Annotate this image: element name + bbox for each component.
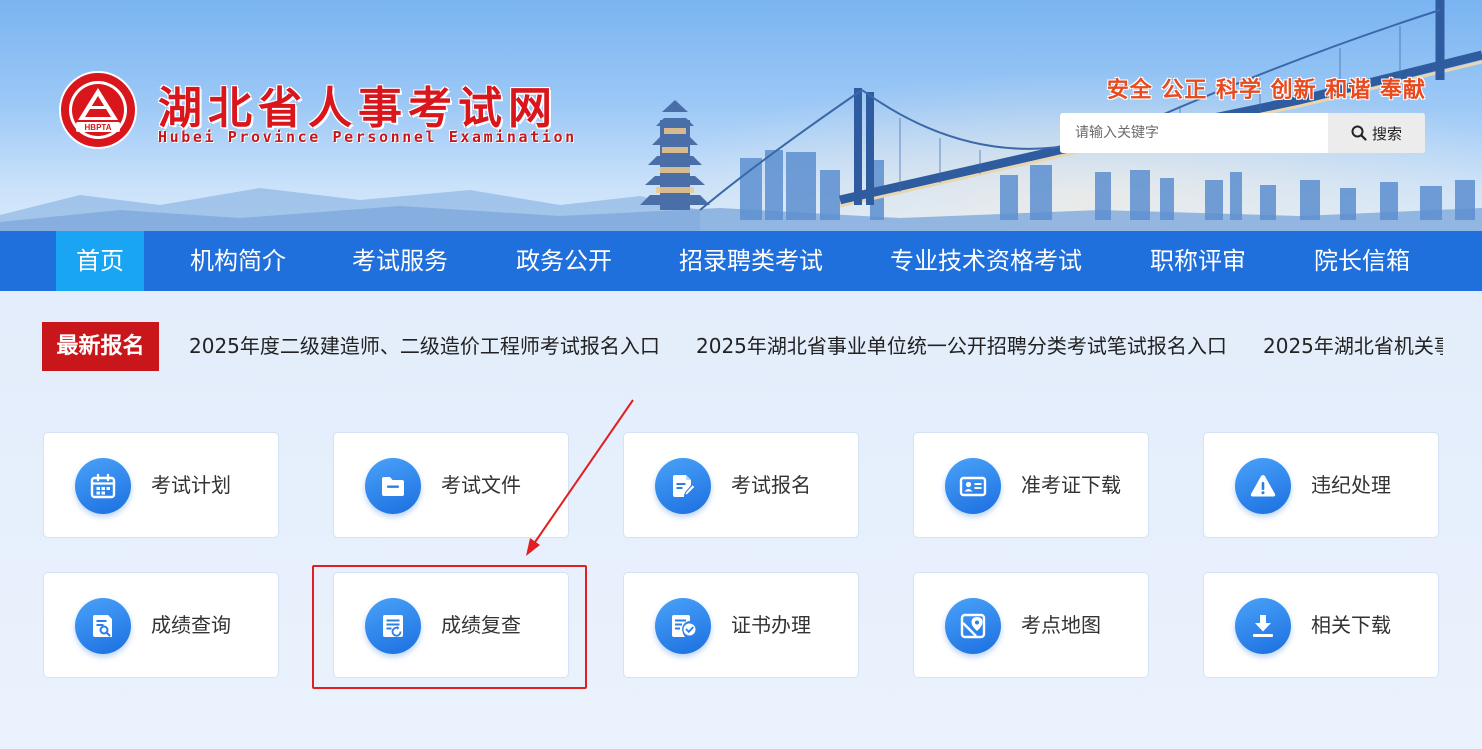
search-icon <box>1351 125 1367 141</box>
map-pin-icon <box>945 598 1001 654</box>
nav-item-recruitment-exams[interactable]: 招录聘类考试 <box>666 231 836 291</box>
search-button[interactable]: 搜索 <box>1328 113 1425 153</box>
latest-registration-tag: 最新报名 <box>42 322 159 371</box>
calendar-icon <box>75 458 131 514</box>
nav-item-professional-qualification[interactable]: 专业技术资格考试 <box>876 231 1096 291</box>
emblem-text: HBPTA <box>85 123 112 132</box>
folder-icon <box>365 458 421 514</box>
news-ticker: 2025年度二级建造师、二级造价工程师考试报名入口 2025年湖北省事业单位统一… <box>189 322 1443 371</box>
download-icon <box>1235 598 1291 654</box>
id-card-icon <box>945 458 1001 514</box>
tile-label: 考试文件 <box>441 473 521 497</box>
document-search-icon <box>75 598 131 654</box>
hbpta-emblem-icon[interactable]: HBPTA <box>58 70 138 150</box>
tile-exam-site-map[interactable]: 考点地图 <box>913 572 1149 678</box>
annotation-highlight-box <box>312 565 587 689</box>
tile-label: 考试报名 <box>731 473 811 497</box>
main-nav: 首页 机构简介 考试服务 政务公开 招录聘类考试 专业技术资格考试 职称评审 院… <box>0 231 1482 291</box>
nav-item-about[interactable]: 机构简介 <box>174 231 302 291</box>
search-input[interactable] <box>1060 113 1328 153</box>
tile-exam-documents[interactable]: 考试文件 <box>333 432 569 538</box>
header-banner: HBPTA 湖北省人事考试网 Hubei Province Personnel … <box>0 0 1482 231</box>
certificate-check-icon <box>655 598 711 654</box>
site-title-cn[interactable]: 湖北省人事考试网 <box>158 72 558 136</box>
tile-label: 成绩查询 <box>151 613 231 637</box>
tile-certificate-processing[interactable]: 证书办理 <box>623 572 859 678</box>
nav-item-home[interactable]: 首页 <box>56 231 144 291</box>
nav-item-director-mailbox[interactable]: 院长信箱 <box>1298 231 1426 291</box>
tile-exam-plan[interactable]: 考试计划 <box>43 432 279 538</box>
tile-violation-handling[interactable]: 违纪处理 <box>1203 432 1439 538</box>
tile-label: 考点地图 <box>1021 613 1101 637</box>
nav-item-exam-services[interactable]: 考试服务 <box>336 231 464 291</box>
news-link[interactable]: 2025年湖北省事业单位统一公开招聘分类考试笔试报名入口 <box>696 322 1227 371</box>
tile-label: 考试计划 <box>151 473 231 497</box>
news-link[interactable]: 2025年度二级建造师、二级造价工程师考试报名入口 <box>189 322 660 371</box>
tile-score-inquiry[interactable]: 成绩查询 <box>43 572 279 678</box>
news-link[interactable]: 2025年湖北省机关事 <box>1263 322 1443 371</box>
tile-related-downloads[interactable]: 相关下载 <box>1203 572 1439 678</box>
nav-item-government-affairs[interactable]: 政务公开 <box>500 231 628 291</box>
tile-label: 违纪处理 <box>1311 473 1391 497</box>
search-box: 搜索 <box>1060 113 1425 153</box>
slogan: 安全 公正 科学 创新 和谐 奉献 <box>1106 78 1426 103</box>
warning-icon <box>1235 458 1291 514</box>
tile-label: 相关下载 <box>1311 613 1391 637</box>
search-button-label: 搜索 <box>1371 124 1402 143</box>
tile-label: 准考证下载 <box>1021 473 1121 497</box>
tile-label: 证书办理 <box>731 613 811 637</box>
document-pen-icon <box>655 458 711 514</box>
nav-item-title-review[interactable]: 职称评审 <box>1134 231 1262 291</box>
tile-exam-registration[interactable]: 考试报名 <box>623 432 859 538</box>
site-title-en: Hubei Province Personnel Examination <box>158 128 577 146</box>
tile-admission-ticket-download[interactable]: 准考证下载 <box>913 432 1149 538</box>
